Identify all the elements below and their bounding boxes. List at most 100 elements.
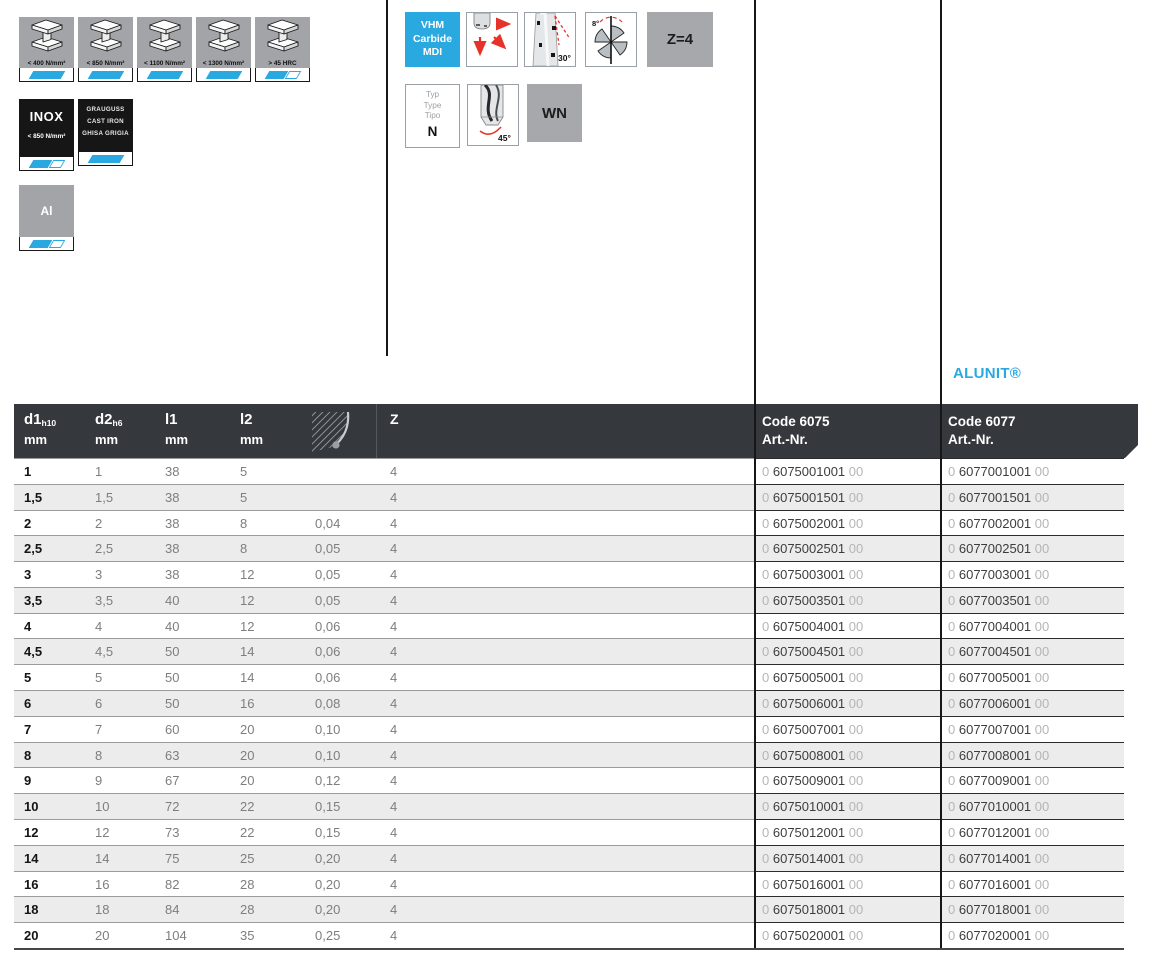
inox-tile: INOX < 850 N/mm²: [19, 99, 74, 171]
milling-directions-icon: [466, 12, 518, 67]
cell-code-6077: 0 6077002001 00: [940, 510, 1124, 536]
column-line-code-6077: [940, 0, 942, 948]
suitability-parallelogram: [205, 71, 242, 79]
cell-corner-radius: 0,25: [315, 923, 340, 949]
row-dimensions: 14 14 75 25 0,20 4: [14, 845, 754, 871]
table-row: 4 4 40 12 0,06 4 0 6075004001 00 0 60770…: [14, 613, 1124, 639]
cell-d1: 9: [24, 768, 31, 794]
cell-z: 4: [390, 536, 397, 562]
row-dimensions: 1 1 38 5 4: [14, 458, 754, 484]
inox-label: INOX: [19, 109, 74, 124]
cell-d2: 12: [95, 820, 109, 846]
flute-count-box: Z=4: [647, 12, 713, 67]
cell-code-6077: 0 6077007001 00: [940, 716, 1124, 742]
material-strength-label: > 45 HRC: [255, 60, 310, 67]
cell-l2: 8: [240, 536, 247, 562]
suitability-strip: [255, 68, 310, 82]
cell-code-6077: 0 6077008001 00: [940, 742, 1124, 768]
cell-l2: 12: [240, 562, 254, 588]
end-cutting-angle-icon: 8°: [585, 12, 637, 67]
cell-d2: 6: [95, 691, 102, 717]
shank-type-label: WN: [542, 105, 567, 122]
suitability-strip: [196, 68, 251, 82]
cell-code-6077: 0 6077004501 00: [940, 638, 1124, 664]
row-dimensions: 20 20 104 35 0,25 4: [14, 922, 754, 948]
steel-beam-icon: < 1100 N/mm²: [137, 17, 192, 68]
cell-code-6075: 0 6075008001 00: [754, 742, 940, 768]
cell-d2: 7: [95, 717, 102, 743]
cell-code-6077: 0 6077001501 00: [940, 484, 1124, 510]
table-row: 2 2 38 8 0,04 4 0 6075002001 00 0 607700…: [14, 510, 1124, 536]
row-dimensions: 1,5 1,5 38 5 4: [14, 484, 754, 510]
cell-l2: 5: [240, 485, 247, 511]
cell-corner-radius: 0,20: [315, 897, 340, 923]
row-dimensions: 5 5 50 14 0,06 4: [14, 664, 754, 690]
cell-code-6075: 0 6075005001 00: [754, 664, 940, 690]
table-row: 12 12 73 22 0,15 4 0 6075012001 00 0 607…: [14, 819, 1124, 845]
table-row: 5 5 50 14 0,06 4 0 6075005001 00 0 60770…: [14, 664, 1124, 690]
steel-beam-icon: < 1300 N/mm²: [196, 17, 251, 68]
material-strength-label: < 1300 N/mm²: [196, 60, 251, 67]
table-row: 8 8 63 20 0,10 4 0 6075008001 00 0 60770…: [14, 742, 1124, 768]
cell-code-6075: 0 6075004501 00: [754, 638, 940, 664]
cell-corner-radius: 0,20: [315, 872, 340, 898]
cell-corner-radius: 0,15: [315, 794, 340, 820]
cast-iron-tile: GRAUGUSS CAST IRON GHISA GRIGIA: [78, 99, 133, 166]
cell-code-6075: 0 6075002501 00: [754, 535, 940, 561]
cell-d2: 3,5: [95, 588, 113, 614]
table-row: 3 3 38 12 0,05 4 0 6075003001 00 0 60770…: [14, 561, 1124, 587]
cell-code-6077: 0 6077003501 00: [940, 587, 1124, 613]
cell-d2: 20: [95, 923, 109, 949]
cell-corner-radius: 0,06: [315, 639, 340, 665]
cell-d2: 3: [95, 562, 102, 588]
helix-angle-icon: 30°: [524, 12, 576, 67]
cell-d1: 18: [24, 897, 38, 923]
row-dimensions: 4 4 40 12 0,06 4: [14, 613, 754, 639]
row-dimensions: 2,5 2,5 38 8 0,05 4: [14, 535, 754, 561]
cell-z: 4: [390, 768, 397, 794]
cell-code-6077: 0 6077005001 00: [940, 664, 1124, 690]
cell-d1: 12: [24, 820, 38, 846]
section-divider-line: [386, 0, 388, 356]
cell-l2: 12: [240, 588, 254, 614]
suitability-parallelogram: [264, 71, 301, 79]
cell-z: 4: [390, 459, 397, 485]
cell-d2: 8: [95, 743, 102, 769]
material-strength-label: < 850 N/mm²: [78, 60, 133, 67]
cell-d1: 2: [24, 511, 31, 537]
cell-l2: 28: [240, 897, 254, 923]
cell-z: 4: [390, 614, 397, 640]
cell-d1: 20: [24, 923, 38, 949]
row-dimensions: 3 3 38 12 0,05 4: [14, 561, 754, 587]
cell-d1: 6: [24, 691, 31, 717]
header-code-6077: Code 6077 Art.-Nr.: [948, 413, 1016, 449]
cell-code-6077: 0 6077014001 00: [940, 845, 1124, 871]
table-row: 6 6 50 16 0,08 4 0 6075006001 00 0 60770…: [14, 690, 1124, 716]
dimension-table-body: 1 1 38 5 4 0 6075001001 00 0 6077001001 …: [14, 458, 1124, 948]
table-row: 4,5 4,5 50 14 0,06 4 0 6075004501 00 0 6…: [14, 638, 1124, 664]
header-l2: l2 mm: [240, 411, 263, 447]
cell-code-6077: 0 6077004001 00: [940, 613, 1124, 639]
cell-code-6077: 0 6077009001 00: [940, 767, 1124, 793]
cell-z: 4: [390, 846, 397, 872]
cell-d2: 9: [95, 768, 102, 794]
cell-z: 4: [390, 639, 397, 665]
header-d2: d2h6 mm: [95, 411, 122, 447]
cell-z: 4: [390, 872, 397, 898]
cell-d1: 4: [24, 614, 31, 640]
table-row: 2,5 2,5 38 8 0,05 4 0 6075002501 00 0 60…: [14, 535, 1124, 561]
cell-code-6075: 0 6075004001 00: [754, 613, 940, 639]
cell-z: 4: [390, 717, 397, 743]
cell-code-6077: 0 6077010001 00: [940, 793, 1124, 819]
cell-d2: 4: [95, 614, 102, 640]
cell-z: 4: [390, 588, 397, 614]
steel-beam-icon: < 850 N/mm²: [78, 17, 133, 68]
cell-code-6075: 0 6075016001 00: [754, 871, 940, 897]
cell-d1: 10: [24, 794, 38, 820]
cell-d1: 3: [24, 562, 31, 588]
inox-strength-label: < 850 N/mm²: [19, 133, 74, 140]
cell-d1: 5: [24, 665, 31, 691]
cell-corner-radius: 0,06: [315, 665, 340, 691]
cell-l1: 82: [165, 872, 179, 898]
suitability-parallelogram: [87, 71, 124, 79]
